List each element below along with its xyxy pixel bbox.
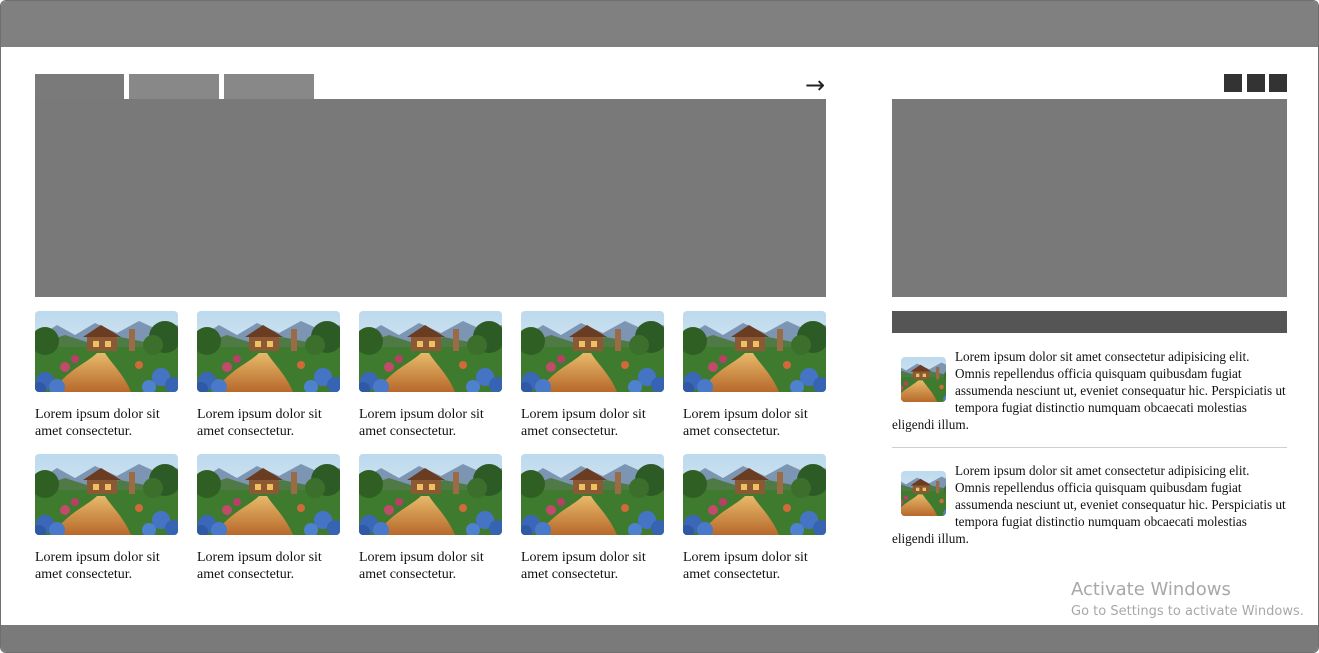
landscape-thumbnail bbox=[35, 311, 178, 392]
header-bar bbox=[1, 1, 1318, 47]
sidebar-control-3[interactable] bbox=[1269, 74, 1287, 92]
landscape-thumbnail bbox=[197, 454, 340, 535]
footer-bar bbox=[1, 625, 1318, 652]
grid-card[interactable]: Lorem ipsum dolor sit amet consectetur. bbox=[683, 311, 826, 440]
post-thumbnail bbox=[901, 357, 946, 402]
post-text: Lorem ipsum dolor sit amet consectetur a… bbox=[892, 463, 1286, 546]
sidebar-header-bar bbox=[892, 311, 1287, 333]
landscape-thumbnail bbox=[521, 454, 664, 535]
next-arrow-icon[interactable]: → bbox=[801, 71, 829, 99]
grid-card[interactable]: Lorem ipsum dolor sit amet consectetur. bbox=[197, 311, 340, 440]
grid-card[interactable]: Lorem ipsum dolor sit amet consectetur. bbox=[521, 311, 664, 440]
card-caption: Lorem ipsum dolor sit amet consectetur. bbox=[521, 550, 646, 582]
card-caption: Lorem ipsum dolor sit amet consectetur. bbox=[197, 550, 322, 582]
watermark-title: Activate Windows bbox=[1071, 579, 1231, 600]
grid-card[interactable]: Lorem ipsum dolor sit amet consectetur. bbox=[197, 454, 340, 583]
card-caption: Lorem ipsum dolor sit amet consectetur. bbox=[197, 407, 322, 439]
sidebar-post[interactable]: Lorem ipsum dolor sit amet consectetur a… bbox=[892, 348, 1287, 433]
activation-watermark: Activate Windows Go to Settings to activ… bbox=[1071, 579, 1304, 621]
main-banner bbox=[35, 99, 826, 297]
sidebar-control-2[interactable] bbox=[1247, 74, 1265, 92]
sidebar-banner bbox=[892, 99, 1287, 297]
sidebar-control-1[interactable] bbox=[1224, 74, 1242, 92]
landscape-thumbnail bbox=[683, 311, 826, 392]
tab-1[interactable] bbox=[35, 74, 124, 99]
watermark-subtitle: Go to Settings to activate Windows. bbox=[1071, 604, 1304, 619]
sidebar-post[interactable]: Lorem ipsum dolor sit amet consectetur a… bbox=[892, 462, 1287, 547]
post-thumbnail bbox=[901, 471, 946, 516]
grid-card[interactable]: Lorem ipsum dolor sit amet consectetur. bbox=[359, 454, 502, 583]
landscape-thumbnail bbox=[359, 454, 502, 535]
post-text: Lorem ipsum dolor sit amet consectetur a… bbox=[892, 349, 1286, 432]
grid-card[interactable]: Lorem ipsum dolor sit amet consectetur. bbox=[359, 311, 502, 440]
grid-card[interactable]: Lorem ipsum dolor sit amet consectetur. bbox=[35, 454, 178, 583]
landscape-thumbnail bbox=[35, 454, 178, 535]
card-caption: Lorem ipsum dolor sit amet consectetur. bbox=[683, 550, 808, 582]
card-caption: Lorem ipsum dolor sit amet consectetur. bbox=[359, 550, 484, 582]
landscape-thumbnail bbox=[521, 311, 664, 392]
card-caption: Lorem ipsum dolor sit amet consectetur. bbox=[359, 407, 484, 439]
card-caption: Lorem ipsum dolor sit amet consectetur. bbox=[35, 407, 160, 439]
card-caption: Lorem ipsum dolor sit amet consectetur. bbox=[35, 550, 160, 582]
post-divider bbox=[892, 447, 1287, 448]
card-caption: Lorem ipsum dolor sit amet consectetur. bbox=[521, 407, 646, 439]
grid-card[interactable]: Lorem ipsum dolor sit amet consectetur. bbox=[521, 454, 664, 583]
landscape-thumbnail bbox=[359, 311, 502, 392]
tab-3[interactable] bbox=[224, 74, 314, 99]
landscape-thumbnail bbox=[197, 311, 340, 392]
landscape-thumbnail bbox=[683, 454, 826, 535]
tab-2[interactable] bbox=[129, 74, 219, 99]
grid-card[interactable]: Lorem ipsum dolor sit amet consectetur. bbox=[683, 454, 826, 583]
grid-card[interactable]: Lorem ipsum dolor sit amet consectetur. bbox=[35, 311, 178, 440]
browser-viewport: → Lorem ipsum dolor sit amet consectetur… bbox=[0, 0, 1319, 653]
card-caption: Lorem ipsum dolor sit amet consectetur. bbox=[683, 407, 808, 439]
